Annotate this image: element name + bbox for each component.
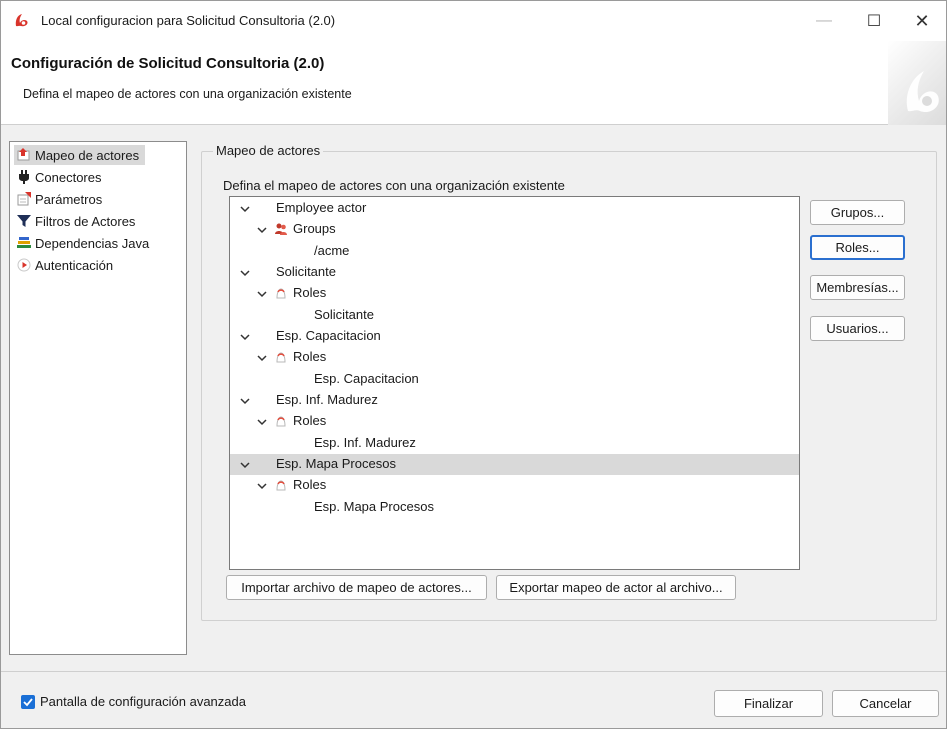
chevron-down-icon[interactable] xyxy=(238,458,252,472)
title-bar: Local configuracion para Solicitud Consu… xyxy=(1,1,946,41)
tree-row[interactable]: Esp. Capacitacion xyxy=(230,369,799,390)
configuration-dialog: Local configuracion para Solicitud Consu… xyxy=(0,0,947,729)
tree-caption: Defina el mapeo de actores con una organ… xyxy=(223,178,565,193)
java-dependencies-icon xyxy=(16,235,32,251)
close-button[interactable]: ✕ xyxy=(899,1,945,41)
group-title: Mapeo de actores xyxy=(213,143,324,158)
tree-row-label: Esp. Inf. Madurez xyxy=(314,435,416,450)
role-icon xyxy=(276,416,286,427)
tree-row[interactable]: Esp. Mapa Procesos xyxy=(230,497,799,518)
chevron-down-icon[interactable] xyxy=(255,479,269,493)
nav-label: Dependencias Java xyxy=(35,235,150,251)
tree-row[interactable]: Esp. Capacitacion xyxy=(230,326,799,347)
nav-item-authentication[interactable]: Autenticación xyxy=(14,255,119,275)
bonita-logo-icon xyxy=(15,14,28,27)
users-button[interactable]: Usuarios... xyxy=(810,316,905,341)
tree-row-label: Esp. Capacitacion xyxy=(276,328,381,343)
role-icon xyxy=(276,352,286,363)
plug-icon xyxy=(16,169,32,185)
settings-sidebar: Mapeo de actores Conectores Parámetros F… xyxy=(9,141,187,655)
chevron-down-icon[interactable] xyxy=(255,287,269,301)
page-title: Configuración de Solicitud Consultoria (… xyxy=(11,55,325,72)
checkmark-icon xyxy=(23,698,33,707)
tree-row[interactable]: Roles xyxy=(230,283,799,304)
cancel-button[interactable]: Cancelar xyxy=(832,690,939,717)
tree-row-label: Solicitante xyxy=(276,264,336,279)
memberships-button[interactable]: Membresías... xyxy=(810,275,905,300)
tree-row-label: Roles xyxy=(293,477,327,492)
actor-mapping-icon xyxy=(16,147,32,163)
advanced-settings-label[interactable]: Pantalla de configuración avanzada xyxy=(40,694,246,709)
groups-icon xyxy=(275,223,287,235)
tree-row-label: Roles xyxy=(293,285,327,300)
chevron-down-icon[interactable] xyxy=(255,223,269,237)
maximize-button[interactable]: ☐ xyxy=(851,1,897,41)
footer-separator xyxy=(1,671,946,672)
chevron-down-icon[interactable] xyxy=(238,330,252,344)
tree-row-label: Employee actor xyxy=(276,200,367,215)
page-subtitle: Defina el mapeo de actores con una organ… xyxy=(23,87,352,101)
tree-row-label: Esp. Inf. Madurez xyxy=(276,392,378,407)
bonita-watermark-icon xyxy=(906,71,939,113)
nav-item-parameters[interactable]: Parámetros xyxy=(14,189,108,209)
window-title: Local configuracion para Solicitud Consu… xyxy=(41,13,336,28)
finish-button[interactable]: Finalizar xyxy=(714,690,823,717)
actor-mapping-tree[interactable]: Employee actor Groups /acme Solicitante … xyxy=(229,196,800,570)
chevron-down-icon[interactable] xyxy=(255,351,269,365)
nav-label: Mapeo de actores xyxy=(35,147,140,163)
minimize-button[interactable]: — xyxy=(801,1,847,41)
tree-row[interactable]: Esp. Inf. Madurez xyxy=(230,433,799,454)
tree-row-label: Roles xyxy=(293,349,327,364)
tree-row[interactable]: Roles xyxy=(230,475,799,496)
role-icon xyxy=(276,480,286,491)
nav-label: Parámetros xyxy=(35,191,103,207)
advanced-settings-checkbox[interactable] xyxy=(21,695,35,709)
parameters-icon xyxy=(16,191,32,207)
nav-label: Filtros de Actores xyxy=(35,213,136,229)
nav-item-java-dependencies[interactable]: Dependencias Java xyxy=(14,233,155,253)
header-logo xyxy=(888,41,946,125)
role-icon xyxy=(276,288,286,299)
tree-row[interactable]: /acme xyxy=(230,241,799,262)
export-actor-mapping-button[interactable]: Exportar mapeo de actor al archivo... xyxy=(496,575,736,600)
chevron-down-icon[interactable] xyxy=(238,394,252,408)
tree-row[interactable]: Roles xyxy=(230,347,799,368)
filter-icon xyxy=(16,213,32,229)
tree-row[interactable]: Solicitante xyxy=(230,305,799,326)
nav-item-actor-mapping[interactable]: Mapeo de actores xyxy=(14,145,146,165)
chevron-down-icon[interactable] xyxy=(255,415,269,429)
nav-label: Autenticación xyxy=(35,257,114,273)
nav-item-actor-filters[interactable]: Filtros de Actores xyxy=(14,211,141,231)
chevron-down-icon[interactable] xyxy=(238,266,252,280)
tree-row-label: Esp. Capacitacion xyxy=(314,371,419,386)
tree-row[interactable]: Solicitante xyxy=(230,262,799,283)
tree-row-label: Solicitante xyxy=(314,307,374,322)
tree-row-label: Roles xyxy=(293,413,327,428)
chevron-down-icon[interactable] xyxy=(238,202,252,216)
tree-row[interactable]: Groups xyxy=(230,219,799,240)
tree-row-label: Esp. Mapa Procesos xyxy=(314,499,434,514)
nav-item-connectors[interactable]: Conectores xyxy=(14,167,107,187)
tree-row[interactable]: Roles xyxy=(230,411,799,432)
tree-row[interactable]: Esp. Inf. Madurez xyxy=(230,390,799,411)
roles-button[interactable]: Roles... xyxy=(810,235,905,260)
tree-row-label: Groups xyxy=(293,221,336,236)
nav-label: Conectores xyxy=(35,169,102,185)
groups-button[interactable]: Grupos... xyxy=(810,200,905,225)
tree-row-label: /acme xyxy=(314,243,350,258)
authentication-icon xyxy=(16,257,32,273)
tree-row-selected[interactable]: Esp. Mapa Procesos xyxy=(230,454,799,475)
import-actor-mapping-button[interactable]: Importar archivo de mapeo de actores... xyxy=(226,575,487,600)
tree-row[interactable]: Employee actor xyxy=(230,198,799,219)
tree-row-label: Esp. Mapa Procesos xyxy=(276,456,396,471)
wizard-header: Configuración de Solicitud Consultoria (… xyxy=(1,41,946,125)
